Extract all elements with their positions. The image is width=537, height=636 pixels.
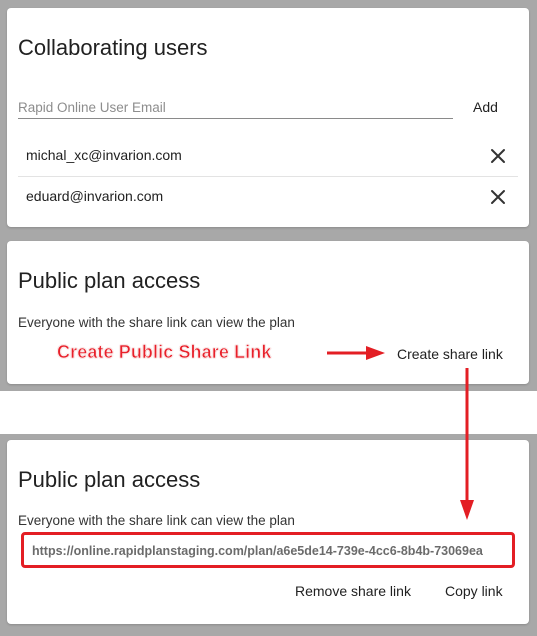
arrow-right-head <box>366 346 385 360</box>
arrow-down-head <box>460 500 474 520</box>
annotation-arrows <box>327 346 474 520</box>
